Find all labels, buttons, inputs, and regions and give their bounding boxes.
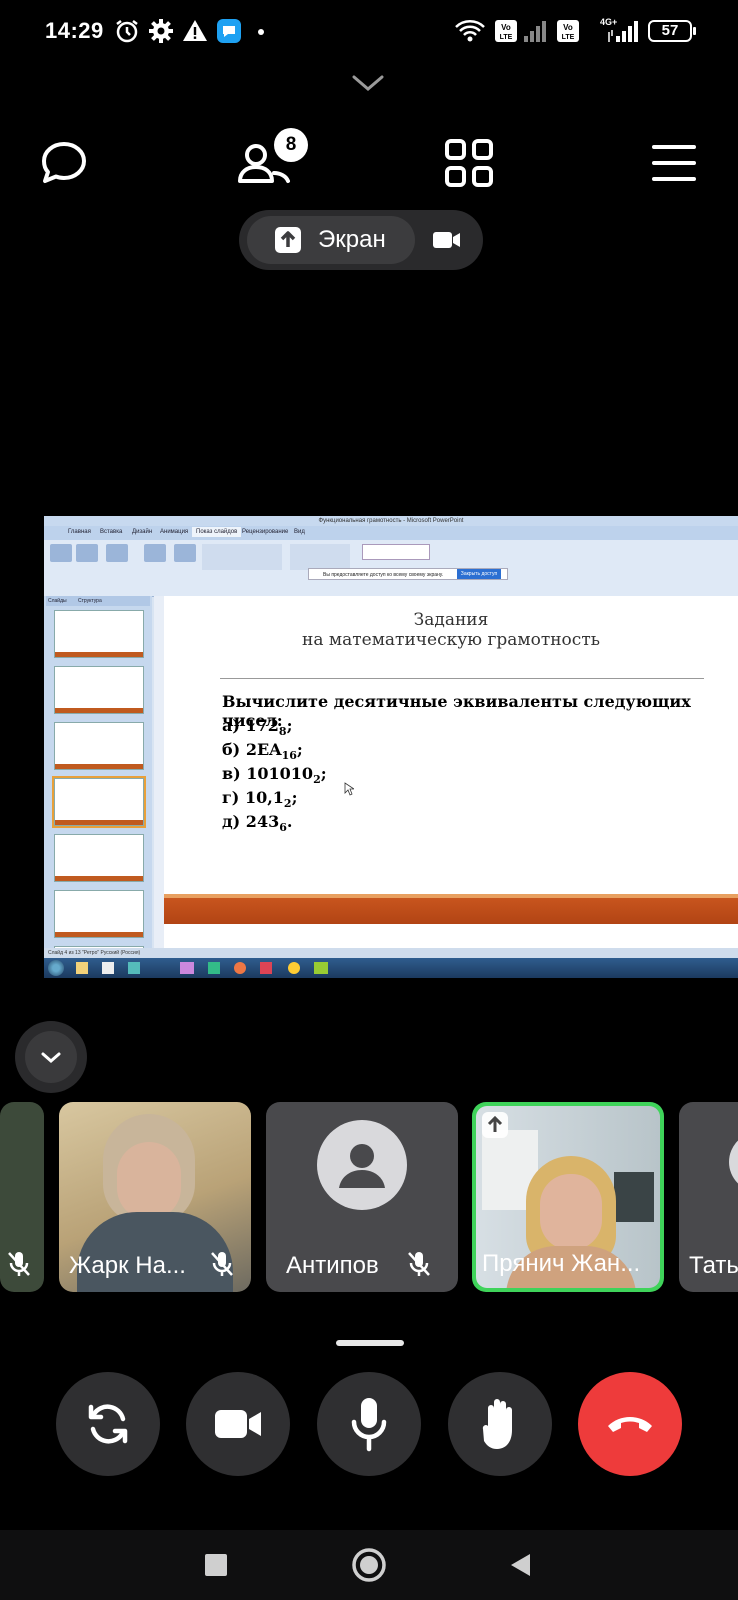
status-time: 14:29	[45, 18, 104, 43]
chevron-down-icon[interactable]	[350, 72, 386, 94]
raise-hand-button[interactable]	[448, 1372, 552, 1476]
mic-off-icon	[408, 1252, 430, 1276]
slide-item: а) 1728;	[222, 716, 293, 739]
participant-name: Антипов	[286, 1252, 379, 1279]
window-title: Функциональная грамотность - Microsoft P…	[44, 516, 738, 526]
ribbon-tab[interactable]: Анимация	[160, 529, 188, 535]
microphone-icon	[351, 1398, 387, 1452]
slide-divider	[220, 678, 704, 679]
dot-icon	[258, 29, 264, 35]
sharing-icon	[482, 1112, 508, 1138]
participant-name: Тать	[689, 1252, 738, 1279]
participants-count-badge: 8	[274, 128, 308, 162]
volte-icon: Vo LTE	[495, 20, 517, 42]
volte-icon: Vo LTE	[557, 20, 579, 42]
ribbon-tab[interactable]: Дизайн	[132, 529, 152, 535]
menu-icon[interactable]	[646, 135, 702, 191]
home-icon[interactable]	[351, 1547, 387, 1583]
panel-tab-outline[interactable]: Структура	[78, 598, 102, 604]
svg-text:Vo: Vo	[501, 23, 511, 32]
chat-app-icon	[217, 19, 241, 43]
slide-item: в) 1010102;	[222, 764, 327, 787]
participant-tile[interactable]: Тать	[679, 1102, 738, 1292]
battery-indicator: 57	[648, 20, 692, 42]
alarm-icon	[116, 20, 138, 43]
slide-thumbnail[interactable]	[54, 834, 144, 882]
stop-sharing-button[interactable]: Закрыть доступ	[457, 569, 501, 579]
video-camera-icon[interactable]	[432, 226, 462, 254]
camera-icon	[215, 1410, 261, 1438]
svg-text:Vo: Vo	[563, 23, 573, 32]
ribbon-tab[interactable]: Главная	[68, 529, 91, 535]
signal-4g-icon	[608, 21, 638, 42]
status-bar: 14:29 Vo LTE Vo LTE 4G+ 57	[0, 0, 738, 66]
wifi-icon	[455, 20, 485, 42]
slide-title-line2: на математическую грамотность	[302, 630, 600, 650]
switch-camera-button[interactable]	[56, 1372, 160, 1476]
svg-text:LTE: LTE	[500, 34, 513, 41]
camera-button[interactable]	[186, 1372, 290, 1476]
slide-item: г) 10,12;	[222, 788, 298, 811]
ribbon-tab[interactable]: Вставка	[100, 529, 122, 535]
hang-up-icon	[608, 1417, 652, 1432]
shared-screen[interactable]: Функциональная грамотность - Microsoft P…	[44, 516, 738, 978]
participant-tile[interactable]: Антипов	[266, 1102, 458, 1292]
slide-thumbnail[interactable]	[54, 890, 144, 938]
panel-tab-slides[interactable]: Слайды	[48, 598, 67, 604]
ppt-status-line: Слайд 4 из 13 "Ретро" Русский (Россия)	[44, 948, 738, 958]
cursor-icon	[344, 782, 354, 796]
system-navigation-bar	[0, 1530, 738, 1600]
share-screen-icon	[275, 227, 301, 253]
svg-text:LTE: LTE	[562, 34, 575, 41]
slide-thumbnail[interactable]	[54, 666, 144, 714]
back-icon[interactable]	[508, 1552, 532, 1578]
slide-thumbnail[interactable]	[54, 610, 144, 658]
gear-icon	[149, 19, 173, 43]
warning-icon	[183, 20, 207, 41]
ribbon-tabs: Главная Вставка Дизайн Анимация Показ сл…	[44, 526, 738, 540]
avatar-icon	[317, 1120, 407, 1210]
slide-thumbnails: Слайды Структура	[44, 596, 152, 968]
slide-footer-band	[164, 898, 738, 924]
ribbon-tab[interactable]: Вид	[294, 529, 305, 535]
mic-off-icon	[8, 1252, 30, 1276]
slide-title-line1: Задания	[413, 610, 489, 630]
chevron-down-icon	[41, 1052, 61, 1063]
participant-tile-active[interactable]: Прянич Жан...	[472, 1102, 664, 1292]
switch-camera-icon	[88, 1404, 128, 1444]
raise-hand-icon	[482, 1399, 512, 1449]
participant-name: Прянич Жан...	[482, 1250, 641, 1277]
slide-item: д) 2436.	[222, 812, 293, 835]
recents-icon[interactable]	[205, 1554, 227, 1576]
ribbon-tab-active[interactable]: Показ слайдов	[192, 527, 242, 537]
participant-tile[interactable]	[0, 1102, 44, 1292]
windows-taskbar	[44, 958, 738, 978]
slide-main-text: Вычислите десятичные эквиваленты следующ…	[222, 692, 691, 730]
battery-tip	[693, 27, 696, 35]
participant-tile[interactable]: Жарк На...	[59, 1102, 251, 1292]
microphone-button[interactable]	[317, 1372, 421, 1476]
grid-icon[interactable]	[441, 135, 497, 191]
signal-icon	[524, 21, 546, 42]
chat-icon[interactable]	[36, 135, 92, 191]
hang-up-button[interactable]	[578, 1372, 682, 1476]
participant-name: Жарк На...	[69, 1252, 186, 1279]
screen-share-label: Экран	[318, 226, 386, 253]
mic-off-icon	[211, 1252, 233, 1276]
ribbon-tab[interactable]: Рецензирование	[242, 529, 288, 535]
slide-thumbnail-selected[interactable]	[52, 776, 146, 828]
slide-thumbnail[interactable]	[54, 722, 144, 770]
slide-item: б) 2EA16;	[222, 740, 303, 763]
sheet-handle[interactable]	[336, 1340, 404, 1346]
